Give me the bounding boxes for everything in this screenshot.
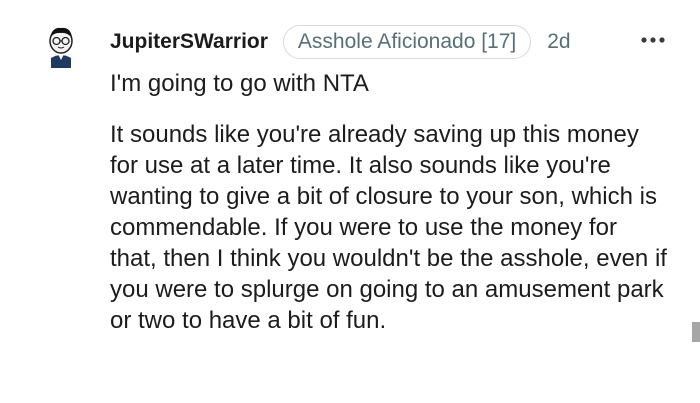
more-horizontal-icon[interactable]: [640, 28, 666, 52]
snoo-avatar-icon[interactable]: [43, 24, 79, 68]
comment-card: JupiterSWarrior Asshole Aficionado [17] …: [0, 0, 700, 403]
comment-paragraph: I'm going to go with NTA: [110, 70, 369, 97]
comment-timestamp[interactable]: 2d: [547, 30, 570, 54]
comment-paragraph: It sounds like you're already saving up …: [110, 121, 667, 334]
username-link[interactable]: JupiterSWarrior: [110, 30, 268, 54]
user-flair-badge: Asshole Aficionado [17]: [282, 25, 532, 59]
comment-header: JupiterSWarrior Asshole Aficionado [17] …: [110, 24, 571, 60]
comment-actions-cutoff: [110, 394, 410, 403]
scrollbar-thumb[interactable]: [692, 322, 700, 342]
